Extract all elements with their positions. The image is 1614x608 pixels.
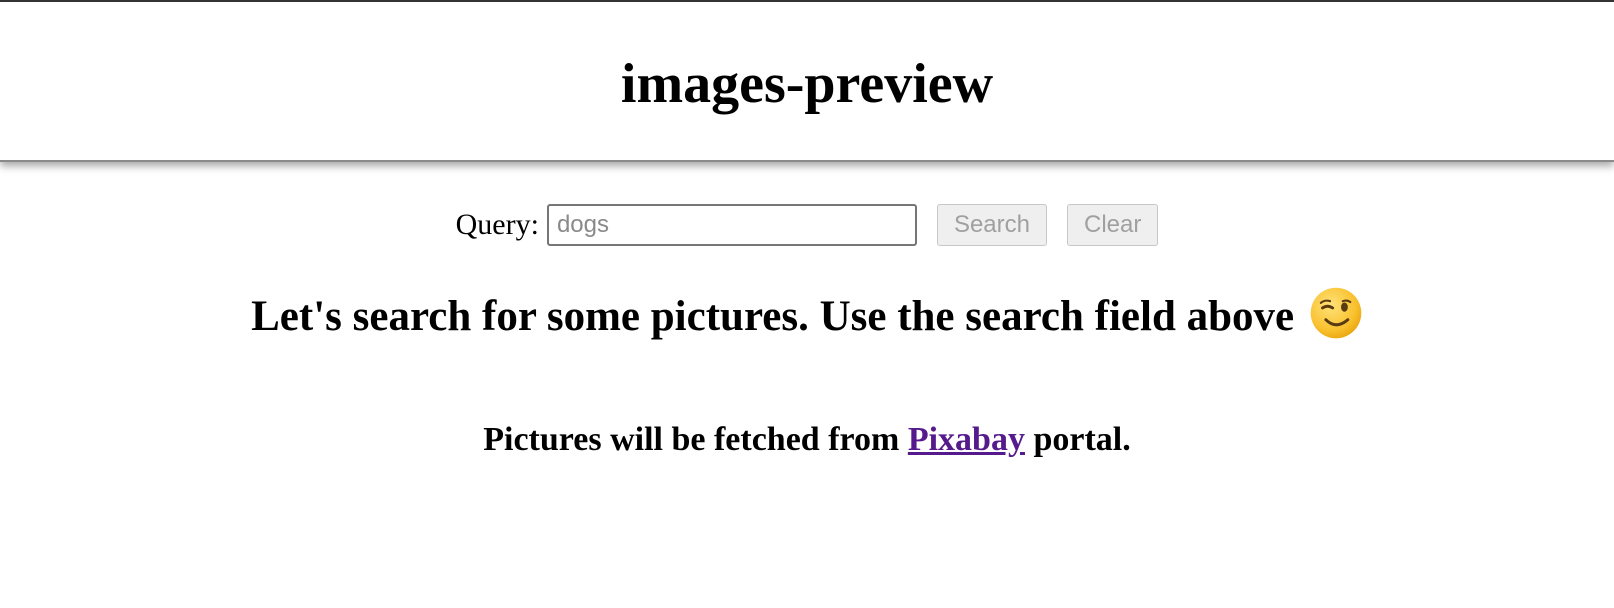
page-title: images-preview bbox=[620, 53, 994, 115]
search-button[interactable]: Search bbox=[936, 204, 1047, 246]
winking-face-icon bbox=[1310, 287, 1362, 339]
intro-message: Let's search for some pictures. Use the … bbox=[0, 286, 1614, 345]
clear-button[interactable]: Clear bbox=[1067, 204, 1159, 246]
source-note: Pictures will be fetched from Pixabay po… bbox=[0, 418, 1614, 462]
pixabay-link[interactable]: Pixabay bbox=[908, 421, 1025, 458]
intro-text: Let's search for some pictures. Use the … bbox=[251, 293, 1295, 340]
search-bar: Query: Search Clear bbox=[0, 204, 1614, 246]
app-header: images-preview bbox=[0, 0, 1614, 162]
page: images-preview Query: Search Clear Let's… bbox=[0, 0, 1614, 608]
note-suffix: portal. bbox=[1033, 421, 1131, 458]
note-prefix: Pictures will be fetched from bbox=[483, 421, 900, 458]
query-label: Query: bbox=[455, 208, 539, 241]
search-input[interactable] bbox=[546, 204, 917, 246]
